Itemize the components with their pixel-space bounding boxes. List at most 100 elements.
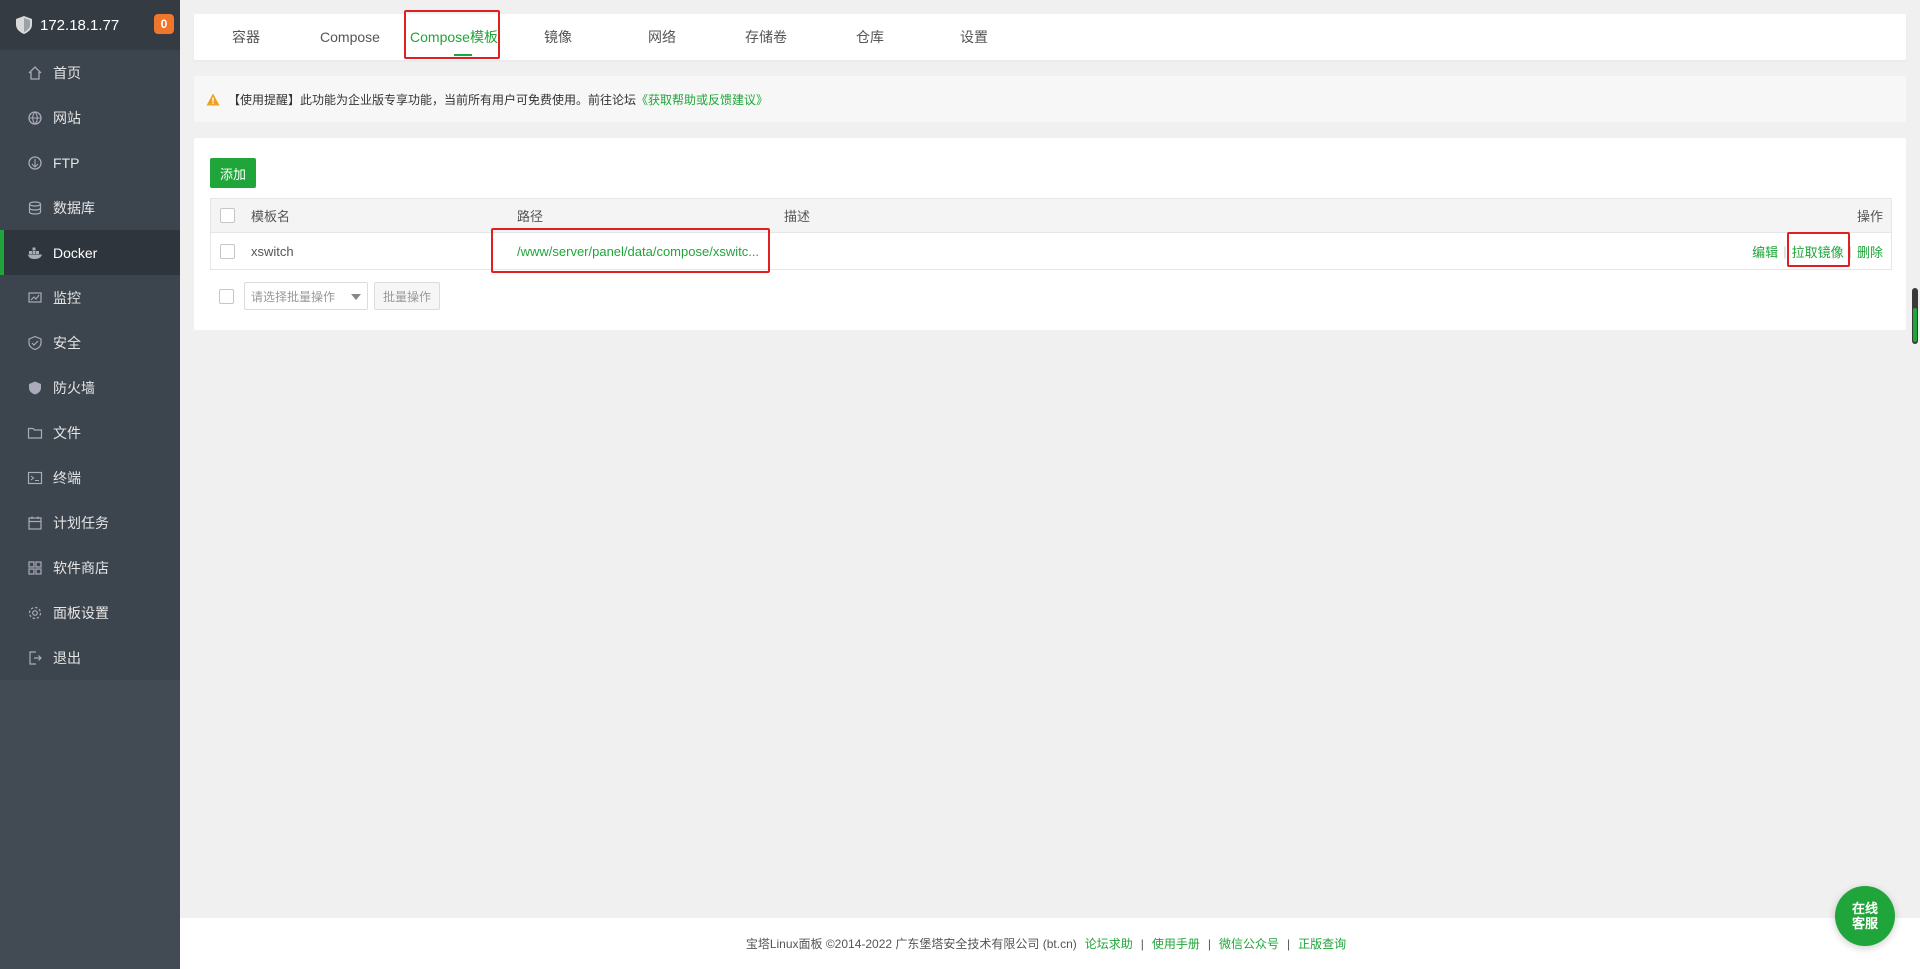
shield-icon: [16, 16, 32, 34]
tab-compose-templates[interactable]: Compose模板: [402, 14, 506, 60]
support-label-line1: 在线: [1851, 901, 1878, 916]
footer-link-manual[interactable]: 使用手册: [1152, 935, 1200, 952]
sidebar-item-label: 首页: [53, 64, 81, 81]
ftp-icon: [27, 155, 43, 171]
sidebar-item-docker[interactable]: Docker: [0, 230, 180, 275]
column-header-path: 路径: [517, 209, 544, 224]
apps-icon: [27, 560, 43, 576]
sidebar-item-label: 退出: [53, 649, 81, 666]
warning-icon: [206, 93, 220, 105]
row-template-path[interactable]: /www/server/panel/data/compose/xswitc...: [517, 233, 759, 269]
sidebar-item-firewall[interactable]: 防火墙: [0, 365, 180, 410]
sidebar-item-label: Docker: [53, 244, 98, 261]
settings-icon: [27, 605, 43, 621]
footer-separator: |: [1207, 936, 1212, 951]
globe-icon: [27, 110, 43, 126]
sidebar-item-label: 计划任务: [53, 514, 109, 531]
ops-separator: |: [1783, 243, 1787, 259]
tab-images[interactable]: 镜像: [506, 14, 610, 60]
table-row: xswitch /www/server/panel/data/compose/x…: [211, 233, 1891, 269]
notice-text: 【使用提醒】此功能为企业版专享功能，当前所有用户可免费使用。前往论坛: [228, 92, 637, 107]
usage-notice: 【使用提醒】此功能为企业版专享功能，当前所有用户可免费使用。前往论坛 《获取帮助或…: [194, 76, 1906, 122]
main-content: 容器 Compose Compose模板 镜像 网络 存储卷 仓库 设置 【使用…: [180, 0, 1920, 969]
footer-copyright: 宝塔Linux面板 ©2014-2022 广东堡塔安全技术有限公司 (bt.cn…: [745, 937, 1077, 951]
page-scrollbar[interactable]: [1912, 288, 1918, 344]
sidebar-item-monitor[interactable]: 监控: [0, 275, 180, 320]
column-header-desc: 描述: [784, 209, 811, 224]
online-support-button[interactable]: 在线 客服: [1835, 886, 1895, 946]
delete-link[interactable]: 删除: [1857, 242, 1883, 261]
edit-link[interactable]: 编辑: [1752, 242, 1778, 261]
sidebar-item-label: FTP: [53, 154, 80, 171]
security-icon: [27, 335, 43, 351]
sidebar-item-label: 数据库: [53, 199, 95, 216]
ops-separator: |: [1848, 243, 1852, 259]
footer-link-wechat[interactable]: 微信公众号: [1219, 935, 1279, 952]
docker-tabs: 容器 Compose Compose模板 镜像 网络 存储卷 仓库 设置: [194, 14, 1906, 60]
header-checkbox-cell: [220, 199, 235, 232]
monitor-icon: [27, 290, 43, 306]
sidebar-item-panel-settings[interactable]: 面板设置: [0, 590, 180, 635]
support-label-line2: 客服: [1851, 916, 1878, 931]
select-all-checkbox[interactable]: [220, 208, 235, 223]
row-checkbox[interactable]: [220, 243, 235, 259]
folder-icon: [27, 425, 43, 441]
tab-networks[interactable]: 网络: [610, 14, 714, 60]
sidebar-item-label: 软件商店: [53, 559, 109, 576]
sidebar-item-label: 文件: [53, 424, 81, 441]
calendar-icon: [27, 515, 43, 531]
terminal-icon: [27, 470, 43, 486]
sidebar-item-cron[interactable]: 计划任务: [0, 500, 180, 545]
sidebar-menu: 首页 网站 FTP 数据库 Docker 监控 安全 防火墙 文件 终端 计划任…: [0, 50, 180, 680]
home-icon: [27, 65, 43, 81]
sidebar: 172.18.1.77 0 首页 网站 FTP 数据库 Docker 监控 安全…: [0, 0, 180, 969]
server-host: 172.18.1.77: [40, 16, 120, 34]
add-template-button[interactable]: 添加: [210, 158, 256, 188]
templates-table: 模板名 路径 描述 操作 xswitch /www/server/panel/d…: [210, 198, 1892, 270]
sidebar-item-label: 终端: [53, 469, 81, 486]
tab-settings[interactable]: 设置: [922, 14, 1026, 60]
batch-action-select[interactable]: 请选择批量操作: [244, 282, 368, 310]
table-header: 模板名 路径 描述 操作: [211, 199, 1891, 233]
sidebar-brand: 172.18.1.77 0: [0, 0, 180, 50]
sidebar-item-home[interactable]: 首页: [0, 50, 180, 95]
chevron-down-icon: [351, 294, 361, 300]
footer-separator: |: [1287, 936, 1291, 951]
sidebar-item-security[interactable]: 安全: [0, 320, 180, 365]
footer-link-forum[interactable]: 论坛求助: [1085, 935, 1133, 952]
sidebar-item-ftp[interactable]: FTP: [0, 140, 180, 185]
database-icon: [27, 200, 43, 216]
sidebar-item-files[interactable]: 文件: [0, 410, 180, 455]
sidebar-item-website[interactable]: 网站: [0, 95, 180, 140]
row-checkbox-cell: [220, 233, 235, 269]
notice-forum-link[interactable]: 《获取帮助或反馈建议》: [636, 91, 768, 108]
batch-actions: 请选择批量操作 批量操作: [210, 281, 441, 311]
column-header-ops: 操作: [1856, 209, 1883, 224]
footer-link-license[interactable]: 正版查询: [1298, 935, 1346, 952]
firewall-icon: [27, 380, 43, 396]
sidebar-item-label: 监控: [53, 289, 81, 306]
page-footer: 宝塔Linux面板 ©2014-2022 广东堡塔安全技术有限公司 (bt.cn…: [180, 918, 1920, 969]
logout-icon: [27, 650, 43, 666]
sidebar-item-label: 网站: [53, 109, 81, 126]
sidebar-item-label: 防火墙: [53, 379, 95, 396]
scrollbar-indicator: [1913, 308, 1917, 342]
batch-action-button[interactable]: 批量操作: [374, 282, 441, 310]
row-operations: 编辑 | 拉取镜像 | 删除: [1752, 233, 1883, 269]
sidebar-item-store[interactable]: 软件商店: [0, 545, 180, 590]
sidebar-item-terminal[interactable]: 终端: [0, 455, 180, 500]
sidebar-bottom-fill: [0, 680, 180, 969]
tab-volumes[interactable]: 存储卷: [714, 14, 818, 60]
sidebar-item-database[interactable]: 数据库: [0, 185, 180, 230]
sidebar-item-logout[interactable]: 退出: [0, 635, 180, 680]
pull-image-link[interactable]: 拉取镜像: [1792, 242, 1844, 261]
tab-registry[interactable]: 仓库: [818, 14, 922, 60]
sidebar-item-label: 安全: [53, 334, 81, 351]
batch-select-placeholder: 请选择批量操作: [251, 289, 336, 304]
tab-containers[interactable]: 容器: [194, 14, 298, 60]
footer-separator: |: [1140, 936, 1144, 951]
tab-compose[interactable]: Compose: [298, 14, 402, 60]
docker-icon: [27, 245, 43, 261]
batch-select-all-checkbox[interactable]: [219, 288, 234, 304]
notification-badge[interactable]: 0: [154, 14, 174, 34]
